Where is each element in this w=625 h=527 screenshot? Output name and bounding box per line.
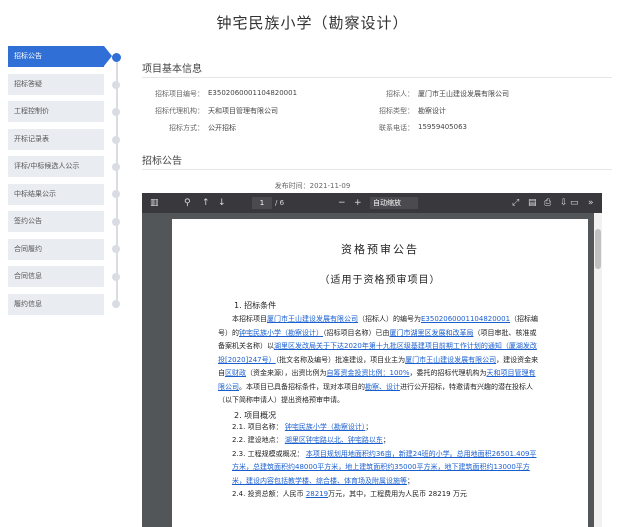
item-value: 钟宅民族小学（勘察设计） [284, 422, 366, 431]
filled-value: 钟宅民族小学（勘察设计） [239, 328, 323, 337]
item-tail: ； [382, 436, 390, 444]
sidebar-item-tender-qa[interactable]: 招标答疑 [8, 73, 104, 95]
sidebar-item-contract-signing[interactable]: 签约公告 [8, 211, 104, 232]
project-item: 2.3. 工程规模或概况： 本项目规划用地面积约36亩，新建24班的小学。总用地… [218, 448, 542, 489]
sidebar-item-tender-announcement[interactable]: 招标公告 [8, 46, 112, 67]
sidebar-item-bid-opening-record[interactable]: 开标记录表 [8, 128, 104, 150]
paragraph-text: 。本项目已具备招标条件，现对本项目的 [239, 382, 365, 391]
filled-value: 勘察、设计 [365, 382, 400, 391]
item-label: 工程规模或概况： [247, 449, 304, 458]
timeline-dot [112, 218, 120, 226]
filled-value: E3502060001104820001 [421, 315, 511, 323]
tools-menu-icon[interactable]: » [588, 197, 594, 209]
section-heading: 1. 招标条件 [234, 301, 277, 310]
sidebar-item-performance-info[interactable]: 履约信息 [8, 293, 104, 315]
timeline-dot [112, 273, 120, 281]
open-file-icon[interactable]: ▤ [528, 197, 537, 209]
tender-conditions-paragraph: 本招标项目厦门市王山建设发展有限公司（招标人）的编号为E350206000110… [218, 313, 542, 408]
scrollbar-thumb[interactable] [595, 229, 601, 269]
timeline-dot [112, 163, 120, 171]
item-label: 项目名称： [247, 422, 283, 431]
info-value: 天和项目管理有限公司 [208, 107, 278, 115]
timeline-dot [112, 81, 120, 89]
section-divider [142, 77, 612, 78]
info-row: 招标代理机构： 天和项目管理有限公司 招标类型： 勘察设计 [142, 106, 612, 118]
paragraph-text: （批文名称及编号）批准建设，项目业主为 [275, 355, 406, 364]
publish-time: 发布时间：2021-11-09 [274, 182, 351, 190]
project-item: 2.2. 建设地点： 湖里区钟宅路以北、钟宅路以东； [218, 434, 542, 448]
filled-value: 厦门市湖里区发展和改革局 [389, 328, 474, 337]
pdf-viewer: ▥ ⚲ ↑ ↓ 1 / 6 − + 自动缩放 ⤢ ▤ ⎙ ⇩ ▭ » 资格预审公… [142, 193, 602, 527]
paragraph-text: （招标项目名称）已由 [323, 328, 390, 337]
timeline-dot [112, 245, 120, 253]
item-value: 28219 [305, 490, 329, 498]
filled-value: 厦门市王山建设发展有限公司 [267, 315, 358, 323]
item-tail: ； [365, 422, 373, 431]
item-number: 2.2. [232, 436, 246, 444]
zoom-in-icon[interactable]: + [354, 197, 362, 209]
paragraph-text: 本招标项目 [232, 315, 267, 323]
paragraph-text: （招标人）的编号为 [358, 315, 421, 323]
sidebar-toggle-icon[interactable]: ▥ [150, 197, 159, 209]
timeline-dot [112, 300, 120, 308]
paragraph-text: ，委托的招标代理机构为 [409, 369, 487, 377]
info-value: 15959405063 [418, 123, 467, 131]
info-value: 勘察设计 [418, 107, 446, 115]
section-title-project-info: 项目基本信息 [142, 64, 202, 75]
info-row: 招标项目编号： E3502060001104820001 招标人： 厦门市王山建… [142, 89, 612, 101]
section-heading: 2. 项目概况 [234, 410, 277, 420]
sidebar-item-contract-performance[interactable]: 合同履约 [8, 238, 104, 260]
item-value: 湖里区钟宅路以北、钟宅路以东 [284, 436, 383, 444]
zoom-out-icon[interactable]: − [338, 197, 346, 209]
item-number: 2.4. [232, 490, 246, 498]
filled-value: 区财政 [225, 369, 246, 377]
info-label: 招标项目编号： [155, 90, 204, 98]
item-tail: 万元，其中，工程费用为人民币 28219 万元 [328, 490, 467, 498]
timeline-dot-active [111, 53, 121, 62]
item-label: 建设地点： [247, 436, 283, 444]
filled-value: 自筹资金投资比例：100% [326, 369, 410, 377]
info-value: E3502060001104820001 [208, 89, 298, 97]
bookmark-icon[interactable]: ▭ [570, 197, 579, 209]
paragraph-text: （资金来源），出资比例为 [246, 369, 327, 377]
info-label: 招标类型： [379, 107, 414, 115]
info-label: 招标方式： [169, 124, 204, 132]
item-tail: ； [407, 476, 414, 485]
item-label: 投资总额：人民币 [247, 490, 304, 498]
document-subtitle: （适用于资格预审项目） [319, 275, 441, 286]
pdf-page: 资格预审公告 （适用于资格预审项目） 1. 招标条件 本招标项目厦门市王山建设发… [172, 219, 588, 527]
timeline-dot [112, 108, 120, 116]
presentation-mode-icon[interactable]: ⤢ [512, 197, 519, 209]
print-icon[interactable]: ⎙ [544, 197, 551, 209]
info-row: 招标方式： 公开招标 联系电话： 15959405063 [142, 123, 612, 135]
next-page-icon[interactable]: ↓ [218, 197, 226, 209]
previous-page-icon[interactable]: ↑ [202, 197, 210, 209]
sidebar-item-control-price[interactable]: 工程控制价 [8, 101, 104, 122]
search-icon[interactable]: ⚲ [184, 197, 191, 209]
info-label: 联系电话： [379, 124, 414, 132]
filled-value: 厦门市王山建设发展有限公司 [405, 355, 497, 364]
section-title-announcement: 招标公告 [142, 156, 182, 167]
section-divider [142, 169, 612, 170]
sidebar-item-contract-info[interactable]: 合同信息 [8, 266, 104, 287]
download-icon[interactable]: ⇩ [560, 197, 568, 209]
info-value: 厦门市王山建设发展有限公司 [418, 90, 509, 98]
page-total: / 6 [275, 199, 285, 207]
timeline-dot [112, 136, 120, 144]
sidebar-item-candidate-publicity[interactable]: 评标/中标候选人公示 [8, 156, 104, 177]
item-number: 2.1. [232, 422, 246, 431]
info-label: 招标代理机构： [155, 107, 204, 115]
page-number-input[interactable]: 1 [252, 197, 272, 209]
page-title: 钟宅民族小学（勘察设计） [216, 14, 409, 32]
timeline-dot [112, 190, 120, 198]
project-item: 2.1. 项目名称： 钟宅民族小学（勘察设计）； [218, 421, 542, 435]
info-value: 公开招标 [208, 124, 236, 132]
item-number: 2.3. [232, 449, 246, 458]
pdf-toolbar: ▥ ⚲ ↑ ↓ 1 / 6 − + 自动缩放 ⤢ ▤ ⎙ ⇩ ▭ » [142, 193, 602, 213]
zoom-select[interactable]: 自动缩放 [370, 197, 418, 209]
document-title: 资格预审公告 [341, 243, 419, 256]
project-item: 2.4. 投资总额：人民币 28219万元，其中，工程费用为人民币 28219 … [218, 488, 542, 502]
info-label: 招标人： [386, 90, 414, 98]
